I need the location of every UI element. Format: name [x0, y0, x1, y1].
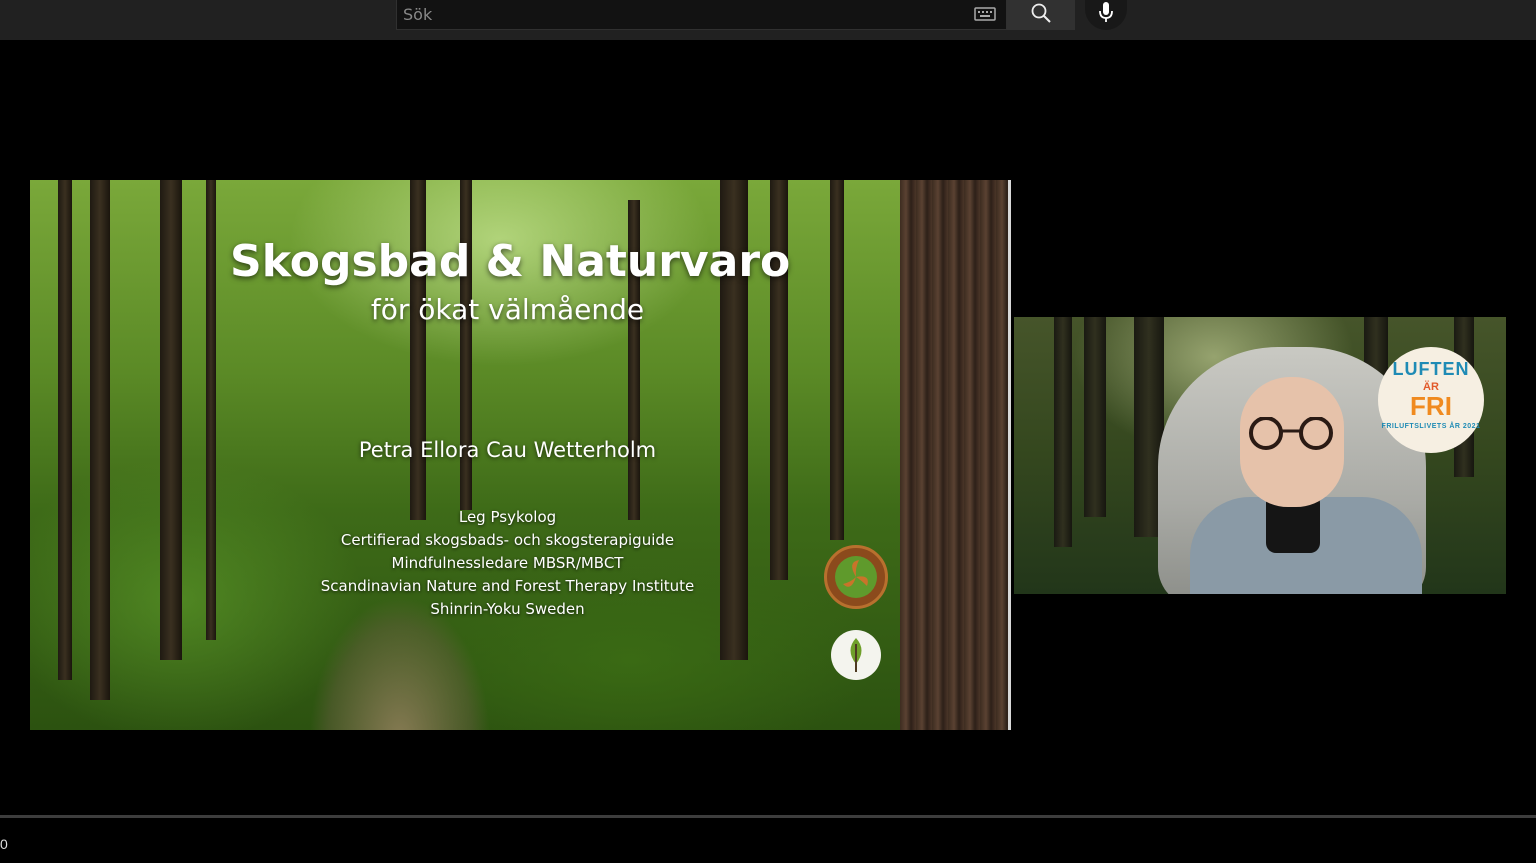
webcam-video: LUFTEN ÄR FRI FRILUFTSLIVETS ÅR 2021	[1014, 317, 1506, 594]
microphone-button[interactable]	[1085, 0, 1127, 30]
presenter-name: Petra Ellora Cau Wetterholm	[358, 438, 657, 462]
tree-trunk	[160, 180, 182, 660]
slide-divider	[1008, 180, 1011, 730]
slide-subtitle: för ökat välmående	[370, 293, 645, 326]
search-input[interactable]	[397, 0, 957, 28]
credential-line: Mindfulnessledare MBSR/MBCT	[391, 554, 624, 572]
tree-trunk	[1084, 317, 1106, 517]
tree-trunk	[410, 180, 426, 520]
time-label: 0	[0, 836, 8, 852]
triskelion-logo-icon	[824, 545, 888, 609]
tree-trunk	[90, 180, 110, 700]
tree-trunk	[58, 180, 72, 680]
credential-line: Certifierad skogsbads- och skogsterapigu…	[340, 531, 675, 549]
search-button[interactable]	[1007, 0, 1075, 30]
tree-trunk	[830, 180, 844, 540]
glasses-icon	[1249, 417, 1333, 450]
keyboard-icon[interactable]	[974, 6, 996, 22]
badge-ring-text: FRILUFTSLIVETS ÅR 2021	[1381, 423, 1481, 430]
credential-line: Leg Psykolog	[458, 508, 557, 526]
badge-top-text: LUFTEN	[1392, 359, 1470, 379]
presentation-slide: Skogsbad & Naturvaro för ökat välmående …	[30, 180, 1010, 730]
badge-bottom-text: FRI	[1410, 391, 1452, 421]
credential-line: Shinrin-Yoku Sweden	[430, 600, 585, 618]
progress-bar[interactable]	[0, 815, 1536, 818]
top-bar	[0, 0, 1536, 40]
credential-line: Scandinavian Nature and Forest Therapy I…	[320, 577, 695, 595]
leaf-logo-icon	[831, 630, 881, 680]
search-box[interactable]	[396, 0, 1007, 30]
tree-trunk	[1054, 317, 1072, 547]
slide-title: Skogsbad & Naturvaro	[230, 236, 791, 287]
large-tree-trunk	[900, 180, 1010, 730]
microphone-icon	[1099, 2, 1113, 22]
credentials-list: Leg Psykolog Certifierad skogsbads- och …	[230, 506, 785, 621]
tree-trunk	[206, 180, 216, 640]
search-icon	[1031, 3, 1051, 23]
luften-ar-fri-badge: LUFTEN ÄR FRI FRILUFTSLIVETS ÅR 2021	[1378, 347, 1484, 453]
